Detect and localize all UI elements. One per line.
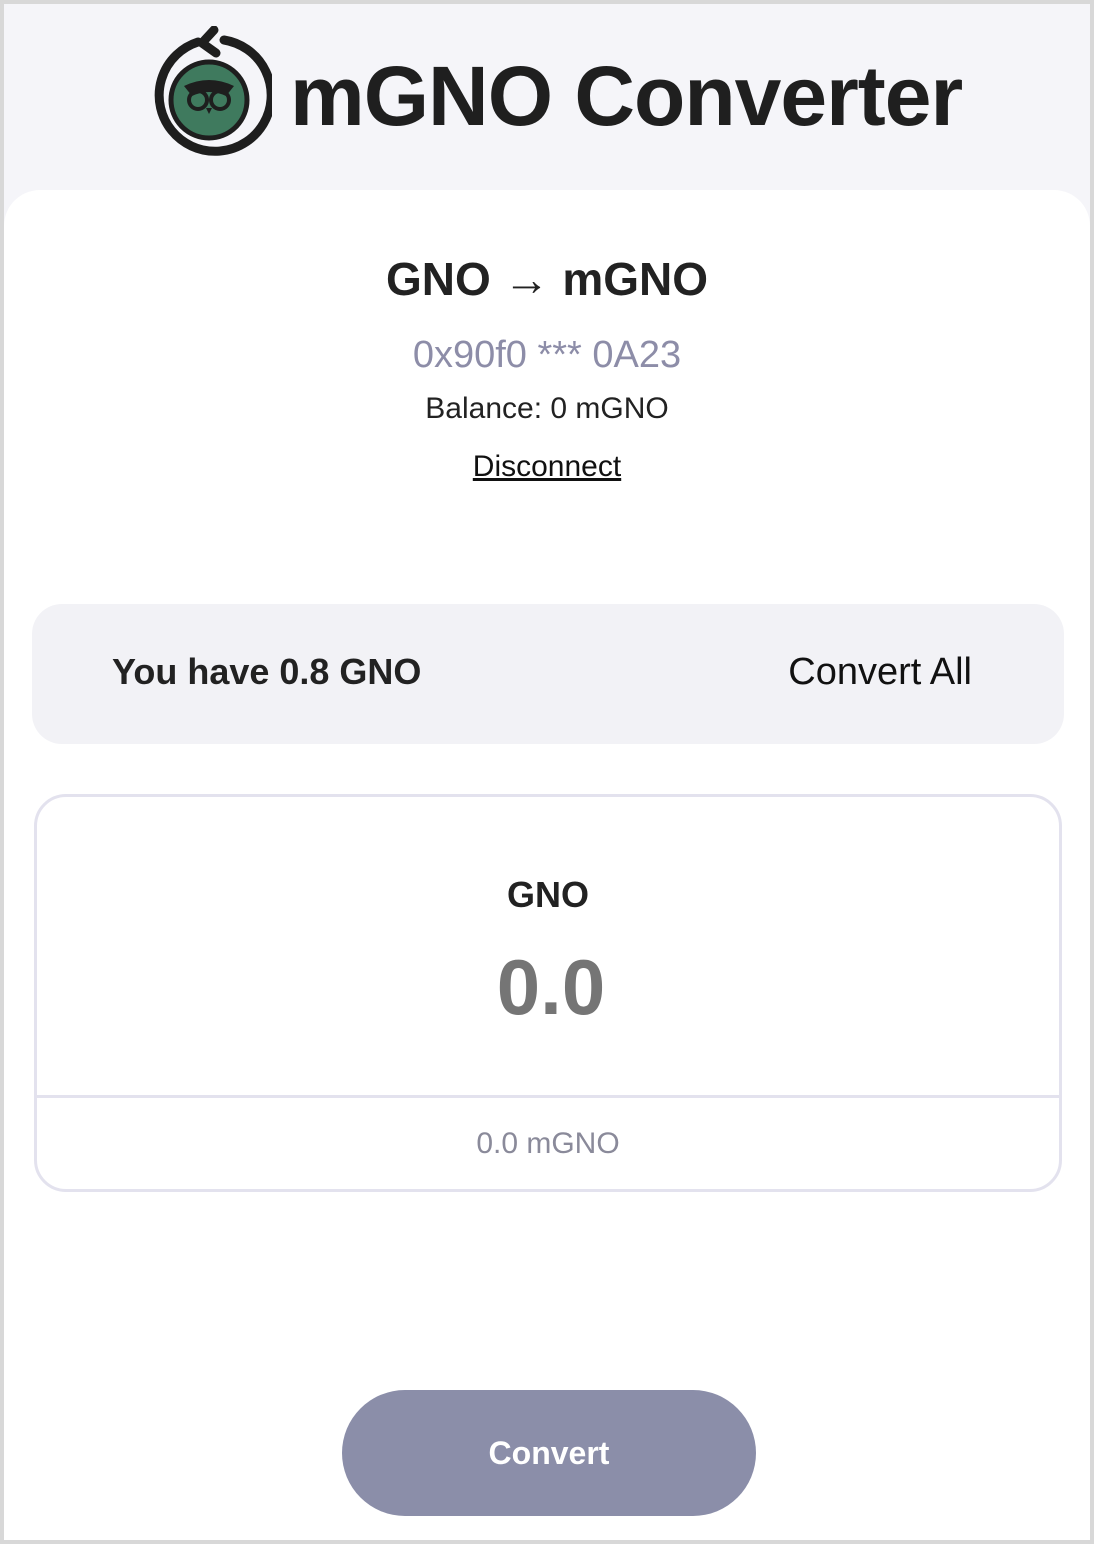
conversion-direction: GNO → mGNO <box>385 253 709 305</box>
app-title: mGNO Converter <box>290 49 963 143</box>
disconnect-row: Disconnect <box>4 448 1090 491</box>
convert-button[interactable]: Convert <box>342 1390 756 1516</box>
holdings-text: You have 0.8 GNO <box>112 651 422 692</box>
owl-refresh-logo-icon <box>154 26 272 156</box>
balance-text: Balance: 0 mGNO <box>425 392 669 425</box>
header: mGNO Converter <box>4 4 1090 194</box>
amount-panel: GNO 0.0 mGNO <box>34 794 1062 1192</box>
disconnect-link[interactable]: Disconnect <box>473 450 621 483</box>
output-amount: 0.0 mGNO <box>476 1127 620 1160</box>
divider <box>37 1095 1059 1098</box>
wallet-address: 0x90f0 *** 0A23 <box>412 334 682 376</box>
token-label: GNO <box>506 874 589 915</box>
holdings-panel: You have 0.8 GNO Convert All <box>32 604 1064 744</box>
app-frame: mGNO Converter GNO → mGNO 0x90f0 *** 0A2… <box>0 0 1094 1544</box>
convert-all-button[interactable]: Convert All <box>788 650 972 694</box>
amount-input[interactable] <box>237 941 865 1033</box>
